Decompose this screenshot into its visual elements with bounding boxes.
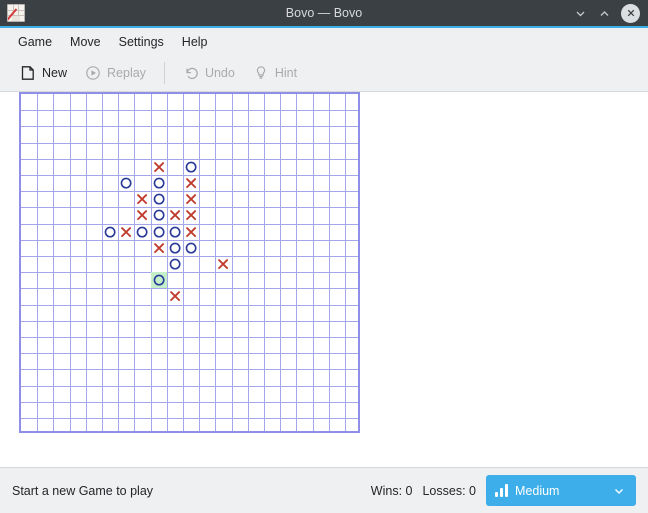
titlebar: Bovo — Bovo — [0, 0, 648, 28]
window-title: Bovo — Bovo — [285, 6, 363, 20]
board-mark-x[interactable] — [183, 191, 199, 207]
board-mark-o[interactable] — [102, 224, 118, 240]
app-icon — [7, 4, 25, 22]
grid-line-vertical — [37, 94, 39, 431]
board-mark-x[interactable] — [183, 207, 199, 223]
board-mark-x[interactable] — [167, 207, 183, 223]
grid-line-horizontal — [21, 369, 358, 371]
board-mark-x[interactable] — [215, 256, 231, 272]
statusbar: Start a new Game to play Wins: 0 Losses:… — [0, 467, 648, 513]
undo-button[interactable]: Undo — [175, 61, 243, 85]
grid-line-vertical — [199, 94, 201, 431]
grid-line-horizontal — [21, 110, 358, 112]
board-mark-o[interactable] — [151, 191, 167, 207]
board-mark-x[interactable] — [134, 207, 150, 223]
board-mark-o[interactable] — [151, 224, 167, 240]
difficulty-selector[interactable]: Medium — [486, 475, 636, 506]
play-circle-icon — [86, 66, 100, 80]
grid-line-horizontal — [21, 142, 358, 144]
board-mark-o[interactable] — [167, 224, 183, 240]
board-mark-x[interactable] — [183, 224, 199, 240]
grid-line-vertical — [296, 94, 298, 431]
grid-line-vertical — [247, 94, 249, 431]
grid-line-horizontal — [21, 418, 358, 419]
score-display: Wins: 0 Losses: 0 — [371, 484, 486, 498]
lightbulb-icon — [256, 66, 265, 79]
grid-line-vertical — [118, 94, 120, 431]
undo-arrow-icon — [186, 67, 198, 80]
grid-line-vertical — [280, 94, 282, 431]
difficulty-value: Medium — [515, 483, 560, 498]
grid-line-horizontal — [21, 320, 358, 322]
menu-item-game[interactable]: Game — [9, 32, 61, 52]
gomoku-board[interactable] — [19, 92, 360, 433]
grid-line-vertical — [102, 94, 103, 431]
grid-line-horizontal — [21, 304, 358, 306]
board-mark-o[interactable] — [151, 207, 167, 223]
new-document-icon — [21, 66, 34, 80]
grid-line-horizontal — [21, 126, 358, 128]
grid-line-horizontal — [21, 401, 358, 403]
wins-label: Wins: 0 — [370, 483, 413, 498]
bovo-main-window: Bovo — Bovo Game Move Settings Help New … — [0, 0, 648, 513]
board-mark-o[interactable] — [167, 256, 183, 272]
menubar: Game Move Settings Help — [0, 28, 648, 55]
menu-item-help[interactable]: Help — [173, 32, 217, 52]
menu-item-move[interactable]: Move — [61, 32, 110, 52]
board-mark-x[interactable] — [118, 224, 134, 240]
replay-label: Replay — [107, 66, 146, 80]
board-mark-o[interactable] — [134, 224, 150, 240]
grid-line-vertical — [53, 94, 55, 431]
hint-label: Hint — [274, 66, 298, 80]
chevron-down-icon — [576, 11, 584, 16]
toolbar-separator — [163, 62, 165, 84]
replay-button[interactable]: Replay — [77, 61, 154, 85]
board-mark-o[interactable] — [151, 175, 167, 191]
status-message: Start a new Game to play — [12, 483, 154, 498]
losses-label: Losses: 0 — [422, 483, 476, 498]
grid-line-vertical — [134, 94, 136, 431]
minimize-button[interactable] — [569, 2, 591, 24]
board-mark-o[interactable] — [183, 240, 199, 256]
grid-line-vertical — [183, 94, 184, 431]
board-mark-x[interactable] — [151, 240, 167, 256]
maximize-button[interactable] — [593, 2, 615, 24]
new-game-button[interactable]: New — [12, 61, 75, 85]
board-mark-o[interactable] — [183, 159, 199, 175]
grid-line-horizontal — [21, 353, 358, 355]
grid-line-vertical — [150, 94, 152, 431]
board-mark-x[interactable] — [183, 175, 199, 191]
grid-line-horizontal — [21, 288, 358, 290]
menu-item-settings[interactable]: Settings — [110, 32, 173, 52]
grid-line-vertical — [312, 94, 314, 431]
close-button[interactable] — [621, 3, 640, 23]
grid-line-horizontal — [21, 272, 358, 274]
bar-chart-icon — [495, 484, 508, 497]
board-mark-x[interactable] — [134, 191, 150, 207]
grid-line-vertical — [264, 94, 265, 431]
grid-line-horizontal — [21, 256, 358, 257]
board-mark-o[interactable] — [151, 272, 167, 288]
grid-line-horizontal — [21, 385, 358, 387]
grid-line-vertical — [345, 94, 346, 431]
game-board-area — [0, 92, 648, 467]
window-controls — [569, 2, 648, 24]
grid-line-vertical — [85, 94, 87, 431]
grid-line-vertical — [328, 94, 330, 431]
board-mark-o[interactable] — [167, 240, 183, 256]
board-mark-x[interactable] — [167, 288, 183, 304]
chevron-up-icon — [600, 10, 608, 16]
grid-line-vertical — [231, 94, 233, 431]
new-game-label: New — [42, 66, 68, 80]
toolbar: New Replay Undo Hint — [0, 55, 648, 92]
grid-line-vertical — [69, 94, 71, 431]
grid-line-horizontal — [21, 337, 358, 338]
undo-label: Undo — [204, 66, 235, 80]
chevron-down-icon — [614, 488, 624, 494]
close-x-icon — [627, 9, 634, 17]
hint-button[interactable]: Hint — [245, 61, 305, 85]
board-mark-o[interactable] — [118, 175, 134, 191]
board-mark-x[interactable] — [151, 159, 167, 175]
